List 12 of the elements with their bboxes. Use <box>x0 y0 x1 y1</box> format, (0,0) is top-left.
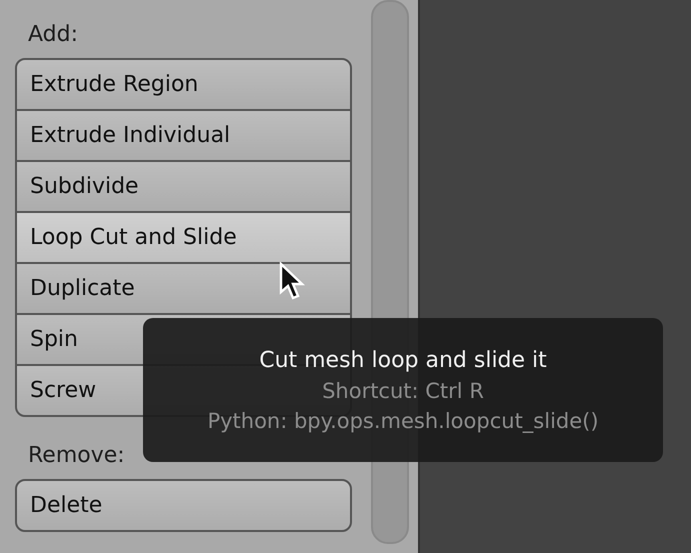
tool-button[interactable]: Delete <box>15 479 352 532</box>
tool-button[interactable]: Loop Cut and Slide <box>15 211 352 264</box>
tool-button[interactable]: Extrude Individual <box>15 109 352 162</box>
section-label: Add: <box>27 22 80 49</box>
tooltip-title: Cut mesh loop and slide it <box>259 348 547 372</box>
tool-button[interactable]: Subdivide <box>15 160 352 213</box>
section-label: Remove: <box>27 443 126 470</box>
cursor-icon <box>279 262 305 302</box>
tool-button[interactable]: Duplicate <box>15 262 352 315</box>
tooltip-python: Python: bpy.ops.mesh.loopcut_slide() <box>207 408 599 432</box>
tooltip-shortcut: Shortcut: Ctrl R <box>322 378 484 402</box>
tool-button[interactable]: Extrude Region <box>15 58 352 111</box>
